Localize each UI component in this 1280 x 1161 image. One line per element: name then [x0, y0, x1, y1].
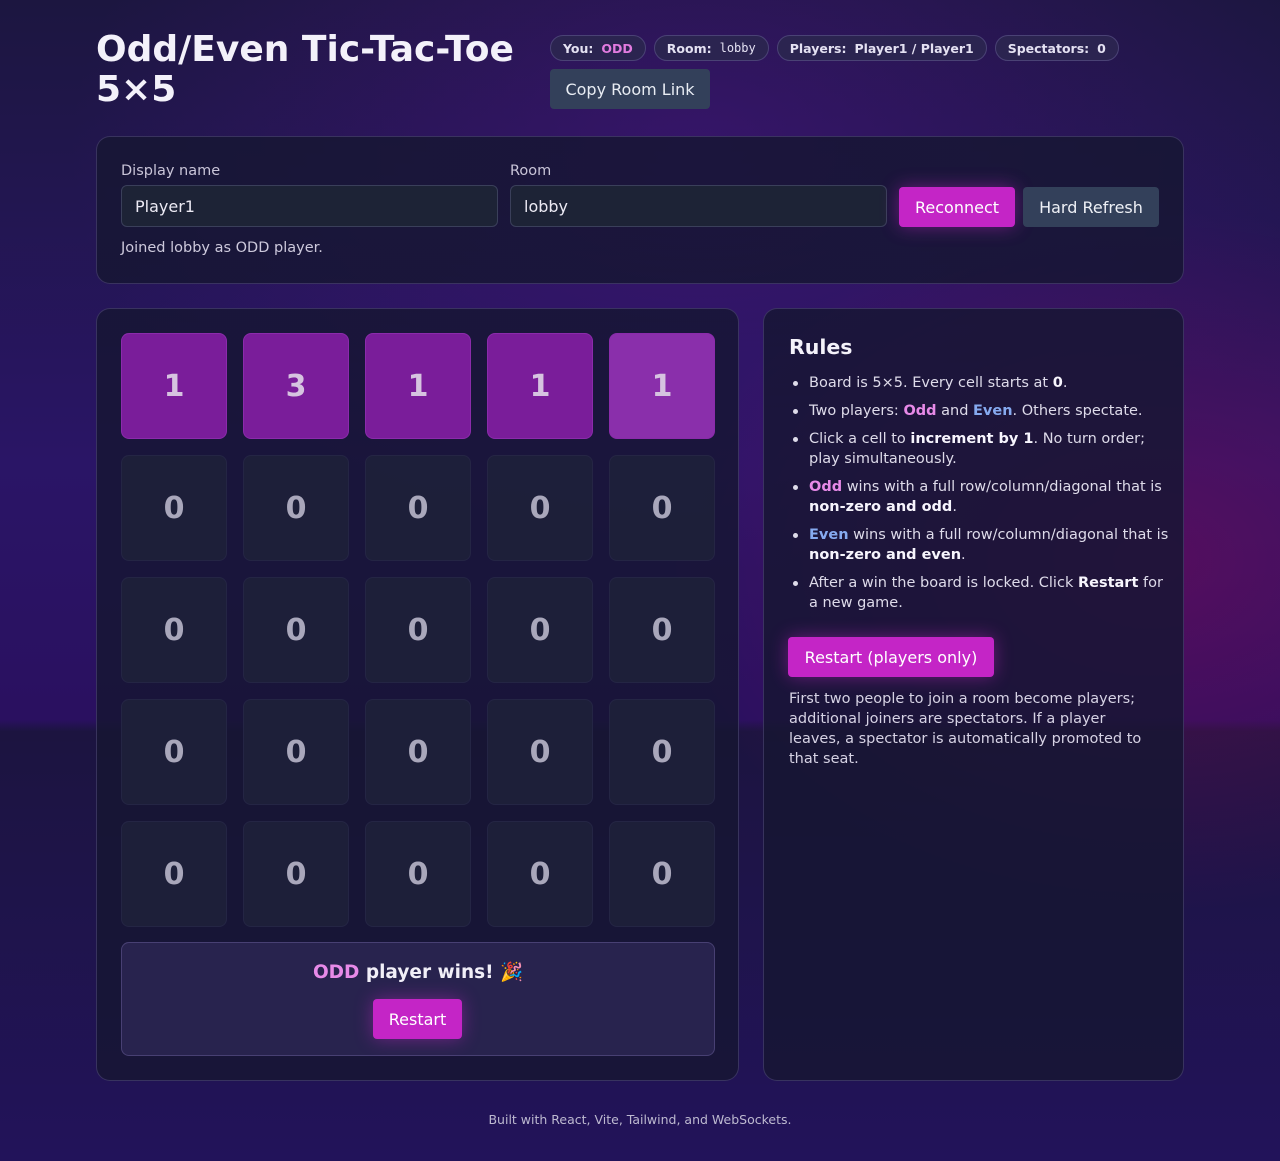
- restart-players-only-button[interactable]: Restart (players only): [788, 637, 994, 677]
- rules-panel: Rules Board is 5×5. Every cell starts at…: [763, 308, 1184, 1081]
- board-cell[interactable]: 0: [487, 577, 593, 683]
- win-banner: ODD player wins! 🎉 Restart: [121, 942, 715, 1056]
- board-cell[interactable]: 0: [609, 821, 715, 927]
- title-line-1: Odd/Even Tic-Tac-Toe: [96, 29, 514, 70]
- hard-refresh-button[interactable]: Hard Refresh: [1023, 187, 1159, 227]
- spectators-pill: Spectators: 0: [994, 35, 1119, 61]
- status-pills: You: ODD Room: lobby Players: Player1 / …: [550, 35, 1119, 61]
- game-board: 1311100000000000000000000: [121, 333, 715, 927]
- board-cell[interactable]: 0: [121, 577, 227, 683]
- display-name-input[interactable]: Player1: [121, 185, 498, 227]
- board-cell[interactable]: 0: [121, 699, 227, 805]
- board-cell[interactable]: 0: [243, 577, 349, 683]
- board-cell[interactable]: 0: [487, 699, 593, 805]
- rule-item: Board is 5×5. Every cell starts at 0.: [789, 373, 1169, 393]
- board-cell[interactable]: 0: [365, 699, 471, 805]
- board-cell[interactable]: 0: [243, 455, 349, 561]
- room-pill: Room: lobby: [653, 35, 769, 61]
- board-cell[interactable]: 0: [365, 821, 471, 927]
- board-cell[interactable]: 0: [121, 455, 227, 561]
- board-cell[interactable]: 0: [121, 821, 227, 927]
- you-pill: You: ODD: [550, 35, 646, 61]
- page-title: Odd/Even Tic-Tac-Toe 5×5: [96, 30, 536, 110]
- board-cell[interactable]: 0: [609, 699, 715, 805]
- win-message: ODD player wins! 🎉: [122, 961, 714, 983]
- room-input[interactable]: lobby: [510, 185, 887, 227]
- board-cell[interactable]: 0: [609, 455, 715, 561]
- room-label: Room: [510, 163, 552, 179]
- spectators-label: Spectators:: [1007, 40, 1090, 56]
- board-cell[interactable]: 0: [365, 455, 471, 561]
- players-value: Player1 / Player1: [854, 40, 974, 56]
- rules-note: First two people to join a room become p…: [789, 691, 1142, 767]
- board-cell[interactable]: 0: [243, 821, 349, 927]
- players-pill: Players: Player1 / Player1: [776, 35, 987, 61]
- board-cell[interactable]: 0: [487, 455, 593, 561]
- board-panel: 1311100000000000000000000 ODD player win…: [96, 308, 739, 1081]
- rule-item: Two players: Odd and Even. Others specta…: [789, 401, 1169, 421]
- rule-item: Click a cell to increment by 1. No turn …: [789, 429, 1169, 469]
- winner-role: ODD: [312, 962, 360, 983]
- board-cell[interactable]: 0: [487, 821, 593, 927]
- win-text: player wins! 🎉: [359, 962, 524, 983]
- players-label: Players:: [789, 40, 847, 56]
- copy-room-link-button[interactable]: Copy Room Link: [550, 69, 710, 109]
- connection-status: Joined lobby as ODD player.: [121, 240, 323, 256]
- board-cell[interactable]: 0: [243, 699, 349, 805]
- board-cell[interactable]: 1: [121, 333, 227, 439]
- room-pill-label: Room:: [666, 40, 712, 56]
- you-role: ODD: [601, 40, 633, 56]
- footer: Built with React, Vite, Tailwind, and We…: [488, 1112, 792, 1127]
- board-cell[interactable]: 1: [609, 333, 715, 439]
- spectators-count: 0: [1097, 40, 1106, 56]
- rules-list: Board is 5×5. Every cell starts at 0. Tw…: [789, 373, 1169, 621]
- board-cell[interactable]: 0: [609, 577, 715, 683]
- board-cell[interactable]: 0: [365, 577, 471, 683]
- board-cell[interactable]: 1: [365, 333, 471, 439]
- display-name-label: Display name: [121, 163, 221, 179]
- header: Odd/Even Tic-Tac-Toe 5×5 You: ODD Room: …: [96, 30, 1184, 110]
- title-line-2: 5×5: [96, 69, 177, 110]
- board-cell[interactable]: 1: [487, 333, 593, 439]
- reconnect-button[interactable]: Reconnect: [899, 187, 1015, 227]
- connection-panel: Display name Player1 Room lobby Reconnec…: [96, 136, 1184, 284]
- restart-button[interactable]: Restart: [373, 999, 462, 1039]
- rules-title: Rules: [789, 335, 853, 359]
- room-pill-value: lobby: [719, 41, 756, 55]
- rule-item: Even wins with a full row/column/diagona…: [789, 525, 1169, 565]
- board-cell[interactable]: 3: [243, 333, 349, 439]
- you-label: You:: [563, 40, 594, 56]
- rule-item: After a win the board is locked. Click R…: [789, 573, 1169, 613]
- rule-item: Odd wins with a full row/column/diagonal…: [789, 477, 1169, 517]
